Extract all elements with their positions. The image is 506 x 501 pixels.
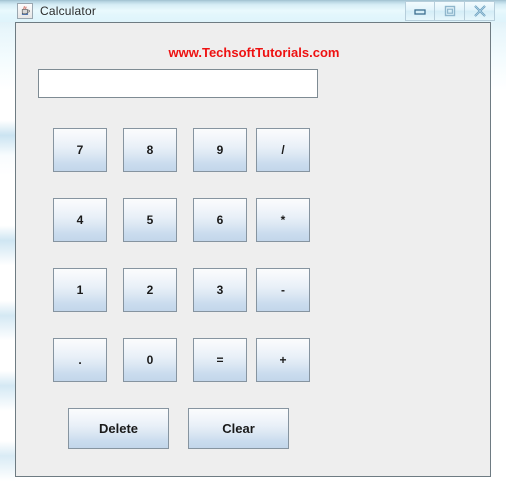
key-8[interactable]: 8 xyxy=(123,128,177,172)
key-4[interactable]: 4 xyxy=(53,198,107,242)
delete-button[interactable]: Delete xyxy=(68,408,169,449)
maximize-button[interactable] xyxy=(435,1,465,21)
close-button[interactable] xyxy=(465,1,495,21)
key-5[interactable]: 5 xyxy=(123,198,177,242)
key-1[interactable]: 1 xyxy=(53,268,107,312)
minimize-button[interactable] xyxy=(405,1,435,21)
display-input[interactable] xyxy=(38,69,318,98)
key-decimal[interactable]: . xyxy=(53,338,107,382)
key-plus[interactable]: + xyxy=(256,338,310,382)
clear-button[interactable]: Clear xyxy=(188,408,289,449)
key-divide[interactable]: / xyxy=(256,128,310,172)
key-multiply[interactable]: * xyxy=(256,198,310,242)
title-bar: Calculator xyxy=(0,0,506,22)
close-icon xyxy=(473,5,486,17)
key-minus[interactable]: - xyxy=(256,268,310,312)
title-bar-left: Calculator xyxy=(17,3,96,19)
key-7[interactable]: 7 xyxy=(53,128,107,172)
maximize-icon xyxy=(444,5,455,17)
window-title: Calculator xyxy=(40,4,97,18)
key-6[interactable]: 6 xyxy=(193,198,247,242)
key-equals[interactable]: = xyxy=(193,338,247,382)
calculator-panel: www.TechsoftTutorials.com 7 8 9/ 4 5 6 * 1 2 3-. 0… xyxy=(15,22,491,477)
key-2[interactable]: 2 xyxy=(123,268,177,312)
window-controls xyxy=(405,1,495,21)
key-9[interactable]: 9 xyxy=(193,128,247,172)
key-3[interactable]: 3 xyxy=(193,268,247,312)
java-coffee-cup-icon xyxy=(17,3,33,19)
window-frame-glass xyxy=(0,0,15,501)
calculator-window: Calculator www.TechsoftTutorials.com 7 8… xyxy=(0,0,506,501)
minimize-icon xyxy=(414,9,426,15)
key-0[interactable]: 0 xyxy=(123,338,177,382)
site-banner: www.TechsoftTutorials.com xyxy=(168,45,340,60)
